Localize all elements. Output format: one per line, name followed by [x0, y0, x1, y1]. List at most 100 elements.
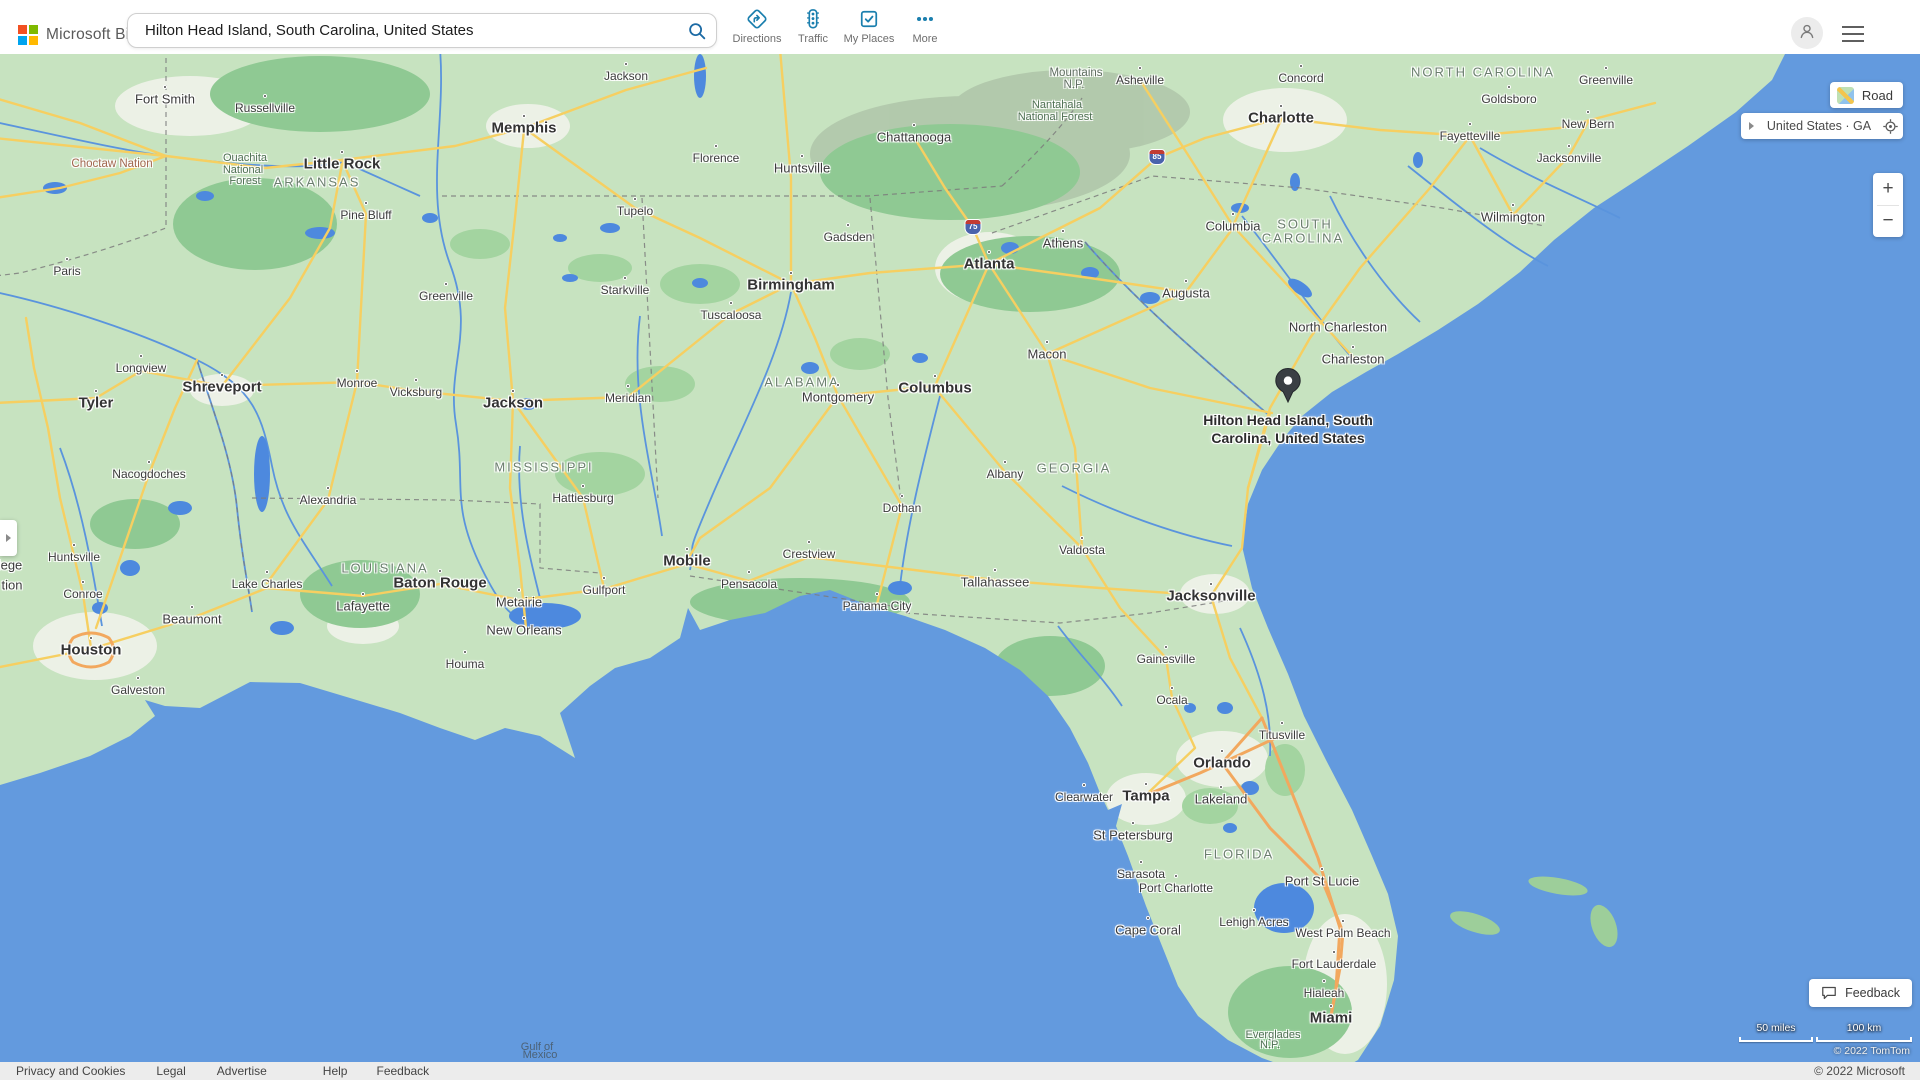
speech-bubble-icon	[1821, 986, 1837, 1000]
my-places-button[interactable]: My Places	[841, 6, 897, 45]
map-label: Crestview	[783, 547, 836, 561]
city-dot	[1045, 340, 1049, 344]
interstate-shield: 85	[1149, 149, 1166, 165]
map-label: Fort Lauderdale	[1292, 957, 1377, 971]
city-dot	[522, 616, 526, 620]
map-label: Huntsville	[48, 550, 100, 564]
map-label: Pine Bluff	[340, 208, 391, 222]
city-dot	[444, 282, 448, 286]
map-label: Asheville	[1116, 73, 1164, 87]
city-dot	[933, 374, 937, 378]
city-dot	[1138, 66, 1142, 70]
map-label: Hialeah	[1304, 986, 1345, 1000]
city-dot	[836, 383, 840, 387]
zoom-out-button[interactable]: −	[1873, 206, 1903, 238]
map-label: Gainesville	[1137, 652, 1196, 666]
city-dot	[517, 588, 521, 592]
top-bar: Microsoft Bing Directions Traffic My Pla…	[0, 0, 1920, 54]
city-dot	[1351, 345, 1355, 349]
map-label: CAROLINA	[1262, 231, 1344, 246]
hamburger-menu-button[interactable]	[1842, 26, 1864, 42]
city-dot	[1341, 919, 1345, 923]
map-label: Sarasota	[1117, 867, 1165, 881]
city-dot	[1322, 979, 1326, 983]
location-pin[interactable]	[1273, 367, 1303, 403]
map-attribution: © 2022 TomTom	[1834, 1045, 1910, 1057]
map-label: tion	[2, 578, 23, 593]
panel-expander-button[interactable]	[0, 520, 17, 556]
map-label: Ouachita	[223, 152, 267, 164]
traffic-button[interactable]: Traffic	[785, 6, 841, 45]
city-dot	[581, 484, 585, 488]
map-label: Wilmington	[1481, 210, 1545, 225]
map-label: Pensacola	[721, 577, 777, 591]
map-style-button[interactable]: Road	[1830, 82, 1903, 108]
footer-link-help[interactable]: Help	[323, 1064, 348, 1078]
map-label: Shreveport	[182, 379, 261, 396]
footer-link-advertise[interactable]: Advertise	[217, 1064, 267, 1078]
map-label: Cape Coral	[1115, 923, 1181, 938]
city-dot	[438, 569, 442, 573]
map-label: Montgomery	[802, 390, 874, 405]
map-label: Florence	[693, 151, 740, 165]
feedback-button[interactable]: Feedback	[1809, 979, 1912, 1007]
map-label: Greenville	[1579, 73, 1633, 87]
footer-link-privacy[interactable]: Privacy and Cookies	[16, 1064, 125, 1078]
map-label: National Forest	[1018, 111, 1093, 123]
city-dot	[463, 650, 467, 654]
map-label: North Charleston	[1289, 320, 1387, 335]
map-label: Jacksonville	[1537, 151, 1602, 165]
city-dot	[511, 389, 515, 393]
map-label: Longview	[116, 361, 167, 375]
map-label: Port St Lucie	[1285, 874, 1359, 889]
profile-button[interactable]	[1791, 17, 1823, 49]
search-input[interactable]	[128, 22, 678, 39]
zoom-in-button[interactable]: +	[1873, 173, 1903, 205]
map-label: Concord	[1278, 71, 1323, 85]
map-label: Atlanta	[964, 256, 1015, 273]
zoom-control: + −	[1873, 173, 1903, 237]
city-dot	[1507, 85, 1511, 89]
map-label: Albany	[987, 467, 1024, 481]
search-box[interactable]	[127, 13, 717, 48]
breadcrumb-collapse-button[interactable]	[1741, 122, 1761, 130]
city-dot	[846, 223, 850, 227]
city-dot	[789, 271, 793, 275]
footer-link-feedback[interactable]: Feedback	[376, 1064, 429, 1078]
map-label: NORTH CAROLINA	[1411, 65, 1555, 80]
city-dot	[1586, 110, 1590, 114]
city-dot	[65, 257, 69, 261]
more-button[interactable]: More	[897, 6, 953, 45]
city-dot	[139, 354, 143, 358]
scale-miles-label: 50 miles	[1741, 1022, 1811, 1034]
map-label: Monroe	[337, 376, 378, 390]
map-label: Macon	[1027, 347, 1066, 362]
city-dot	[1164, 645, 1168, 649]
city-dot	[81, 580, 85, 584]
locate-me-button[interactable]	[1877, 118, 1903, 135]
city-dot	[1220, 749, 1224, 753]
map-canvas[interactable]: JacksonMountainsN.P.AshevilleConcordNORT…	[0, 54, 1920, 1062]
person-icon	[1796, 20, 1818, 47]
directions-button[interactable]: Directions	[729, 6, 785, 45]
map-label: Hattiesburg	[552, 491, 613, 505]
map-label: St Petersburg	[1093, 828, 1173, 843]
map-label: Birmingham	[747, 277, 835, 294]
map-label: Panama City	[843, 599, 912, 613]
map-label: Lafayette	[336, 599, 390, 614]
city-dot	[729, 301, 733, 305]
scale-bar-miles: 50 miles	[1739, 1037, 1813, 1042]
search-icon[interactable]	[678, 20, 716, 42]
city-dot	[1209, 582, 1213, 586]
map-label: Athens	[1043, 236, 1083, 251]
city-dot	[265, 570, 269, 574]
footer-link-legal[interactable]: Legal	[156, 1064, 185, 1078]
map-label: Paris	[53, 264, 80, 278]
map-label: Goldsboro	[1481, 92, 1536, 106]
map-label: Columbus	[898, 380, 971, 397]
map-label: Orlando	[1193, 755, 1251, 772]
map-label: Houston	[61, 642, 122, 659]
map-label: Clearwater	[1055, 790, 1113, 804]
city-dot	[1131, 821, 1135, 825]
city-dot	[361, 592, 365, 596]
